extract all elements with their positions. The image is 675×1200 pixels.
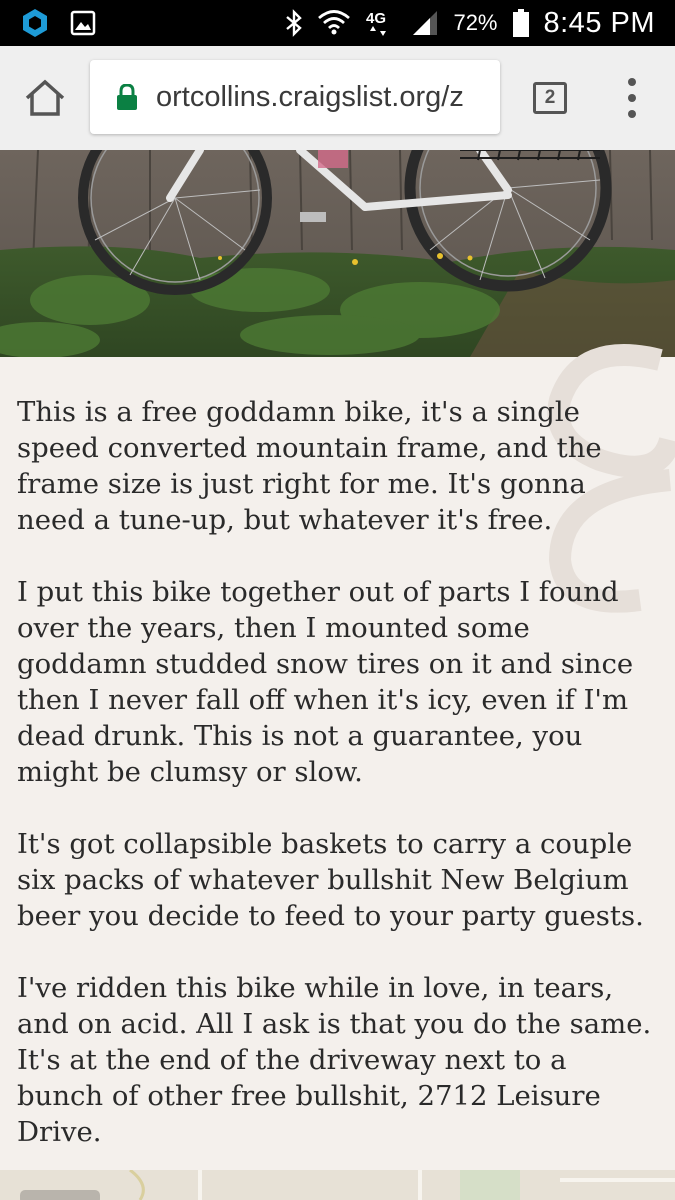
wifi-icon — [317, 8, 351, 38]
signal-icon — [411, 9, 439, 37]
image-icon — [70, 10, 96, 36]
post-paragraph: It's got collapsible baskets to carry a … — [17, 828, 644, 932]
status-right: 4G 72% 8:45 PM — [285, 0, 655, 46]
post-paragraph: I've ridden this bike while in love, in … — [17, 972, 652, 1148]
clock: 8:45 PM — [543, 6, 655, 39]
battery-icon — [512, 8, 530, 38]
bluetooth-icon — [285, 9, 303, 37]
home-button[interactable] — [22, 76, 68, 120]
browser-toolbar: ortcollins.craigslist.org/z 2 — [0, 46, 675, 150]
lte-icon: 4G — [365, 8, 397, 38]
map-preview[interactable] — [0, 1170, 675, 1200]
tab-count: 2 — [544, 87, 556, 108]
status-bar: 4G 72% 8:45 PM — [0, 0, 675, 46]
home-icon — [25, 79, 65, 116]
tab-switcher-button[interactable]: 2 — [533, 82, 567, 114]
address-bar[interactable]: ortcollins.craigslist.org/z — [90, 60, 500, 134]
network-label: 4G — [366, 10, 386, 27]
status-left — [20, 8, 96, 38]
more-vert-icon[interactable] — [620, 78, 644, 118]
battery-percent: 72% — [453, 10, 498, 35]
lock-icon — [117, 84, 137, 110]
url-text: ortcollins.craigslist.org/z — [156, 80, 464, 113]
post-image[interactable] — [0, 150, 675, 357]
dex-icon — [20, 8, 50, 38]
post-paragraph: I put this bike together out of parts I … — [17, 576, 634, 788]
post-paragraph: This is a free goddamn bike, it's a sing… — [17, 396, 602, 536]
post-body: This is a free goddamn bike, it's a sing… — [17, 394, 667, 1186]
